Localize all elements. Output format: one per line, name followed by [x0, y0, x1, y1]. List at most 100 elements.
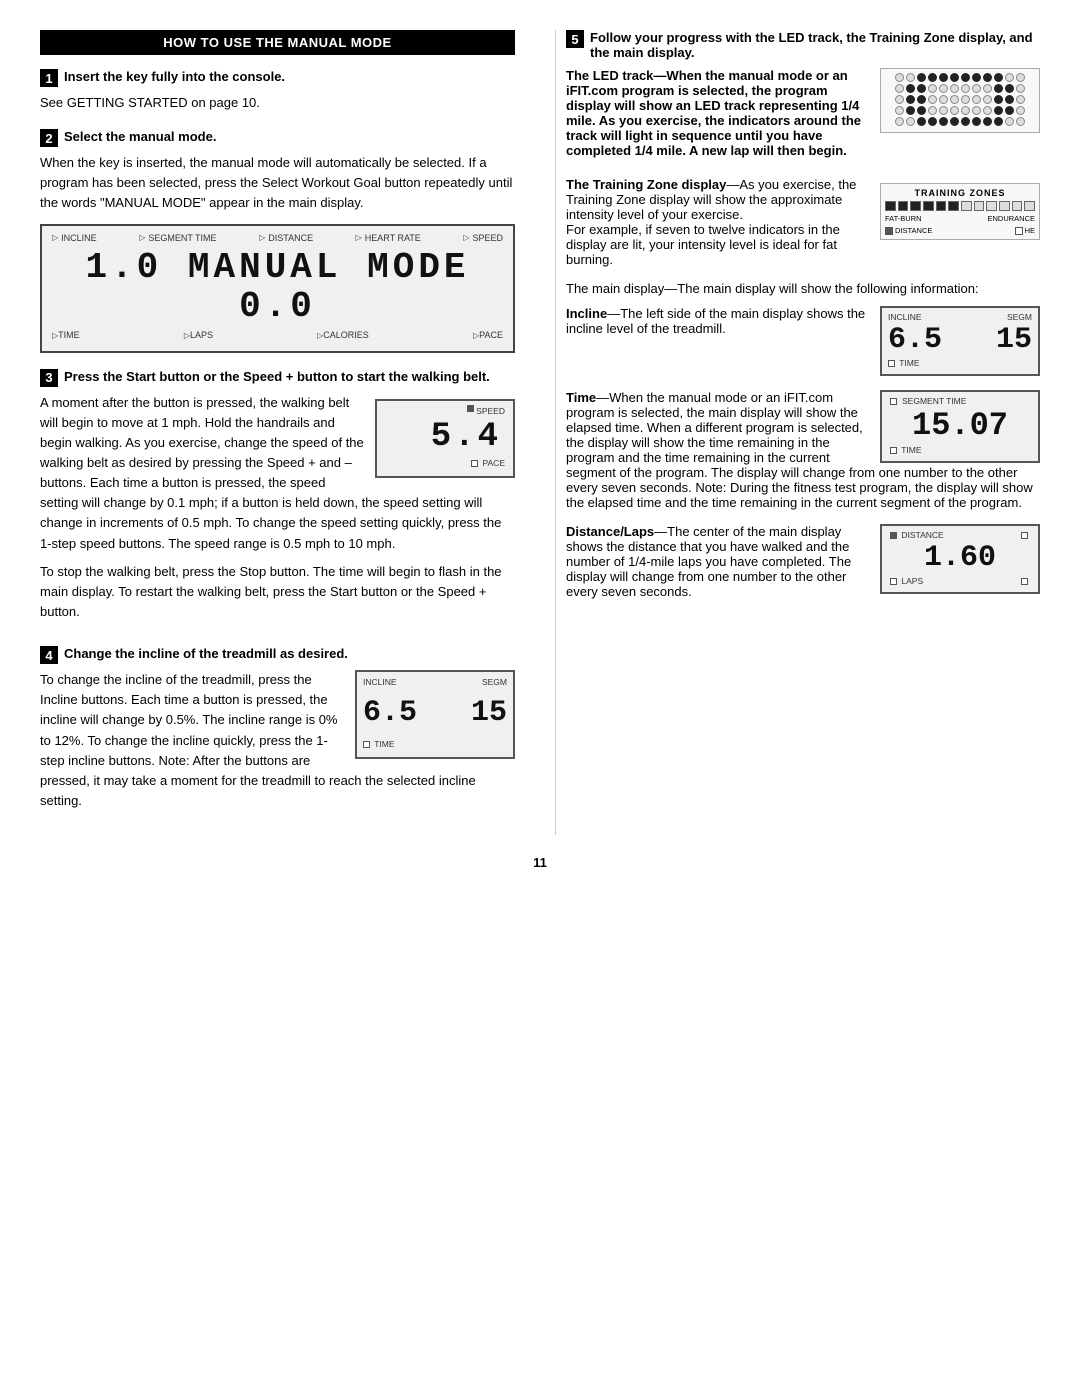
tz-bar [999, 201, 1010, 211]
led-dot [950, 95, 959, 104]
laps-label: LAPS [901, 576, 923, 586]
step-2-heading: Select the manual mode. [64, 129, 216, 144]
lcd-label-heart-rate: HEART RATE [365, 232, 421, 246]
dist-sq-r [1021, 578, 1028, 585]
led-dot [906, 95, 915, 104]
distance-section: DISTANCE 1.60 LAPS Dista [566, 524, 1040, 599]
led-row [885, 84, 1035, 93]
seg-time-number: 15.07 [890, 407, 1030, 444]
incline-label-top: INCLINE [363, 676, 397, 689]
tz-bar [974, 201, 985, 211]
led-dot [939, 117, 948, 126]
led-dot [928, 106, 937, 115]
incline-segm-label: SEGM [1007, 312, 1032, 322]
tz-label-fat-burn: FAT-BURN [885, 214, 922, 223]
led-dot [1016, 84, 1025, 93]
seg-time-sq [890, 398, 897, 405]
step-3-heading: Press the Start button or the Speed + bu… [64, 369, 490, 384]
step-5-number: 5 [566, 30, 584, 48]
led-dot [939, 95, 948, 104]
distance-display: DISTANCE 1.60 LAPS [880, 524, 1040, 594]
lcd-label-calories: CALORIES [323, 330, 369, 340]
led-dot [939, 84, 948, 93]
time-label: TIME [901, 445, 921, 455]
step-5-heading: Follow your progress with the LED track,… [590, 30, 1040, 60]
dist-bottom-right [1021, 576, 1030, 586]
lcd-label-pace: PACE [479, 330, 503, 340]
led-row [885, 95, 1035, 104]
lcd-panel-top-labels: ▷INCLINE ▷SEGMENT TIME ▷DISTANCE ▷HEART … [52, 232, 503, 246]
step-1-number: 1 [40, 69, 58, 87]
distance-right-top [1021, 530, 1030, 540]
step-1-heading: Insert the key fully into the console. [64, 69, 285, 84]
led-dot [1005, 73, 1014, 82]
led-dot [939, 73, 948, 82]
incline-section: INCLINE SEGM 6.5 15 TIME Incline—The lef… [566, 306, 1040, 376]
dist-top-sq2 [1021, 532, 1028, 539]
tz-bar [1024, 201, 1035, 211]
step-1-title: 1 Insert the key fully into the console. [40, 69, 515, 87]
led-dot [917, 84, 926, 93]
pace-label: PACE [482, 458, 505, 468]
incline-left-num-main: 6.5 [888, 323, 942, 357]
led-dot [928, 95, 937, 104]
led-dot [950, 117, 959, 126]
led-dot [1005, 95, 1014, 104]
time-sq [890, 447, 897, 454]
led-dot [983, 117, 992, 126]
time-sq-incline [888, 360, 895, 367]
step-1: 1 Insert the key fully into the console.… [40, 69, 515, 113]
led-dot [972, 106, 981, 115]
distance-number: 1.60 [890, 541, 1030, 575]
laps-sq [890, 578, 897, 585]
led-dot [983, 84, 992, 93]
lcd-panel-bottom-labels: ▷TIME ▷LAPS ▷CALORIES ▷PACE [52, 329, 503, 343]
led-dot [961, 73, 970, 82]
lcd-label-laps: LAPS [190, 330, 213, 340]
step-3-body: SPEED 5.4 PACE A moment after the button… [40, 393, 515, 631]
led-dot [961, 117, 970, 126]
led-dot [895, 73, 904, 82]
led-dot [994, 84, 1003, 93]
lcd-label-seg-time: SEGMENT TIME [148, 232, 216, 246]
step-2: 2 Select the manual mode. When the key i… [40, 129, 515, 352]
incline-left-number: 6.5 [363, 690, 417, 737]
led-dot [983, 106, 992, 115]
lcd-label-time: TIME [58, 330, 80, 340]
led-dot [950, 84, 959, 93]
step-3-number: 3 [40, 369, 58, 387]
tz-bar [936, 201, 947, 211]
lcd-label-incline: INCLINE [61, 232, 97, 246]
training-zones-display: TRAINING ZONES FAT-BURN ENDURANCE DISTAN… [880, 183, 1040, 240]
led-dot [939, 106, 948, 115]
step-2-title: 2 Select the manual mode. [40, 129, 515, 147]
led-dot [928, 117, 937, 126]
main-display-intro: The main display—The main display will s… [566, 281, 1040, 296]
tz-sub-he: HE [1025, 226, 1035, 235]
led-dot [917, 73, 926, 82]
heart-rate-arrow: ▷ [356, 232, 362, 244]
step-4-title: 4 Change the incline of the treadmill as… [40, 646, 515, 664]
incline-title: Incline [566, 306, 607, 321]
led-dot [994, 117, 1003, 126]
tz-bar [948, 201, 959, 211]
segm-label-top: SEGM [482, 676, 507, 689]
tz-title: TRAINING ZONES [885, 188, 1035, 198]
tz-label-endurance: ENDURANCE [987, 214, 1035, 223]
led-track-display [880, 68, 1040, 133]
led-dot [961, 106, 970, 115]
lcd-label-speed: SPEED [472, 232, 503, 246]
step-3-title: 3 Press the Start button or the Speed + … [40, 369, 515, 387]
distance-arrow: ▷ [259, 232, 265, 244]
led-dot [950, 106, 959, 115]
distance-sq [890, 532, 897, 539]
section-header: HOW TO USE THE MANUAL MODE [40, 30, 515, 55]
speed-arrow: ▷ [463, 232, 469, 244]
page-number: 11 [40, 855, 1040, 870]
led-dot [961, 95, 970, 104]
speed-display: SPEED 5.4 PACE [375, 399, 515, 479]
right-column: 5 Follow your progress with the LED trac… [555, 30, 1040, 835]
distance-title: Distance/Laps [566, 524, 654, 539]
tz-bar [986, 201, 997, 211]
led-dot [917, 106, 926, 115]
